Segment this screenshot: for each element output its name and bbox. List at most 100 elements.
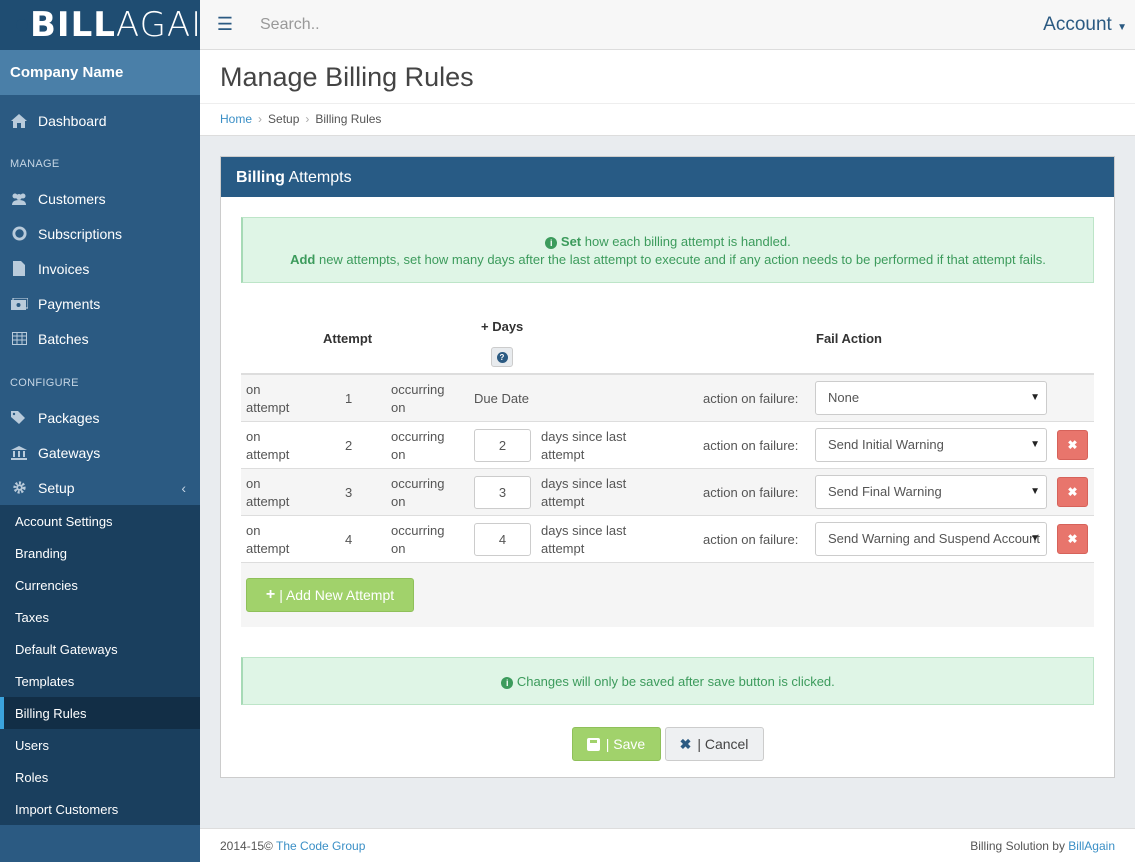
sidebar-item-setup[interactable]: Setup ‹ (0, 470, 200, 505)
dropdown-arrow-icon: ▼ (1030, 439, 1040, 450)
sidebar-subitem-default-gateways[interactable]: Default Gateways (0, 633, 200, 665)
row-label-on-attempt: on attempt (246, 476, 290, 509)
close-icon: ✖ (1067, 438, 1078, 452)
top-bar: ☰ Account ▼ (200, 0, 1135, 50)
delete-attempt-button[interactable]: ✖ (1057, 430, 1088, 460)
search-input[interactable] (250, 15, 1044, 34)
info-icon: i (545, 237, 558, 249)
row-label-days-since: days since last attempt (541, 523, 627, 556)
sidebar-subitem-users[interactable]: Users (0, 729, 200, 761)
column-header-attempt: Attempt (323, 331, 373, 346)
caret-down-icon: ▼ (1117, 21, 1127, 33)
menu-toggle-icon[interactable]: ☰ (200, 14, 250, 35)
table-row: on attempt 2 occurring on 2 days since l… (241, 422, 1094, 469)
sidebar-item-label: Batches (38, 330, 89, 347)
nav-section-configure: CONFIGURE (10, 376, 79, 389)
close-icon: ✖ (1067, 532, 1078, 546)
delete-attempt-button[interactable]: ✖ (1057, 524, 1088, 554)
sidebar-item-batches[interactable]: Batches (0, 321, 200, 356)
sidebar-item-gateways[interactable]: Gateways (0, 435, 200, 470)
sidebar-item-label: Packages (38, 409, 100, 426)
attempt-number: 2 (345, 438, 353, 453)
footer-brand-link[interactable]: BillAgain (1068, 839, 1115, 853)
cancel-button[interactable]: ✖ | Cancel (664, 727, 764, 761)
fail-action-select[interactable]: Send Initial Warning ▼ (815, 428, 1047, 462)
table-icon (10, 330, 28, 348)
sidebar: BILLAGAIN Company Name Dashboard MANAGE … (0, 0, 228, 862)
billing-rules-table: Attempt + Days ? Fail Action on attempt … (241, 311, 1094, 627)
panel-title: Billing Attempts (221, 157, 1114, 197)
days-input[interactable]: 2 (474, 429, 531, 462)
save-note-alert: i Changes will only be saved after save … (241, 657, 1094, 705)
money-icon (10, 295, 28, 313)
sidebar-item-customers[interactable]: Customers (0, 181, 200, 216)
due-date-label: Due Date (474, 391, 529, 406)
sidebar-subitem-import-customers[interactable]: Import Customers (0, 793, 200, 825)
save-button[interactable]: | Save (571, 727, 661, 761)
days-input[interactable]: 4 (474, 523, 531, 556)
sidebar-item-payments[interactable]: Payments (0, 286, 200, 321)
sidebar-item-label: Gateways (38, 444, 101, 461)
row-label-occurring: occurring on (391, 523, 445, 556)
row-label-action: action on failure: (703, 391, 799, 406)
sidebar-item-label: Subscriptions (38, 225, 123, 242)
setup-submenu: Account Settings Branding Currencies Tax… (0, 505, 200, 825)
column-header-fail-action: Fail Action (816, 331, 882, 346)
billing-attempts-panel: Billing Attempts i Set how each billing … (220, 156, 1115, 778)
sidebar-item-label: Payments (38, 295, 101, 312)
row-label-occurring: occurring on (391, 476, 445, 509)
breadcrumb-home[interactable]: Home (220, 112, 252, 126)
row-label-days-since: days since last attempt (541, 429, 627, 462)
breadcrumb-setup[interactable]: Setup (268, 112, 299, 126)
table-row: on attempt 1 occurring on Due Date actio… (241, 375, 1094, 422)
brand-logo[interactable]: BILLAGAIN (0, 0, 228, 50)
row-label-on-attempt: on attempt (246, 523, 290, 556)
attempt-number: 4 (345, 532, 353, 547)
row-label-days-since: days since last attempt (541, 476, 627, 509)
sidebar-subitem-taxes[interactable]: Taxes (0, 601, 200, 633)
tags-icon (10, 409, 28, 427)
floppy-disk-icon (586, 737, 600, 751)
account-menu[interactable]: Account ▼ (1043, 14, 1135, 36)
users-icon (10, 190, 28, 208)
sidebar-item-dashboard[interactable]: Dashboard (0, 103, 200, 138)
logo-text: BILLAGAIN (30, 5, 229, 45)
fail-action-select[interactable]: None ▼ (815, 381, 1047, 415)
footer-company-link[interactable]: The Code Group (276, 839, 365, 853)
sidebar-subitem-roles[interactable]: Roles (0, 761, 200, 793)
days-input[interactable]: 3 (474, 476, 531, 509)
sidebar-item-label: Setup (38, 479, 75, 496)
life-ring-icon (10, 225, 28, 243)
sidebar-item-subscriptions[interactable]: Subscriptions (0, 216, 200, 251)
fail-action-select[interactable]: Send Warning and Suspend Account ▼ (815, 522, 1047, 556)
sidebar-item-invoices[interactable]: Invoices (0, 251, 200, 286)
table-row: on attempt 4 occurring on 4 days since l… (241, 516, 1094, 563)
sidebar-subitem-billing-rules[interactable]: Billing Rules (0, 697, 200, 729)
dropdown-arrow-icon: ▼ (1030, 486, 1040, 497)
sidebar-item-label: Customers (38, 190, 106, 207)
attempt-number: 1 (345, 391, 353, 406)
chevron-left-icon: ‹ (181, 479, 186, 496)
bank-icon (10, 444, 28, 462)
home-icon (10, 112, 28, 130)
row-label-occurring: occurring on (391, 429, 445, 462)
info-alert: i Set how each billing attempt is handle… (241, 217, 1094, 283)
delete-attempt-button[interactable]: ✖ (1057, 477, 1088, 507)
fail-action-select[interactable]: Send Final Warning ▼ (815, 475, 1047, 509)
footer: 2014-15© The Code Group Billing Solution… (200, 828, 1135, 862)
sidebar-subitem-templates[interactable]: Templates (0, 665, 200, 697)
add-new-attempt-button[interactable]: + | Add New Attempt (246, 578, 414, 612)
footer-right: Billing Solution by BillAgain (970, 838, 1115, 853)
sidebar-subitem-account-settings[interactable]: Account Settings (0, 505, 200, 537)
sidebar-item-packages[interactable]: Packages (0, 400, 200, 435)
info-icon: i (501, 677, 514, 689)
dropdown-arrow-icon: ▼ (1030, 533, 1040, 544)
row-label-action: action on failure: (703, 438, 799, 453)
sidebar-item-label: Dashboard (38, 112, 107, 129)
page-header: Manage Billing Rules Home › Setup › Billing … (200, 50, 1135, 136)
days-help-button[interactable]: ? (491, 347, 513, 367)
sidebar-subitem-currencies[interactable]: Currencies (0, 569, 200, 601)
account-label: Account (1043, 13, 1112, 35)
sidebar-subitem-branding[interactable]: Branding (0, 537, 200, 569)
nav-section-manage: MANAGE (10, 157, 60, 170)
